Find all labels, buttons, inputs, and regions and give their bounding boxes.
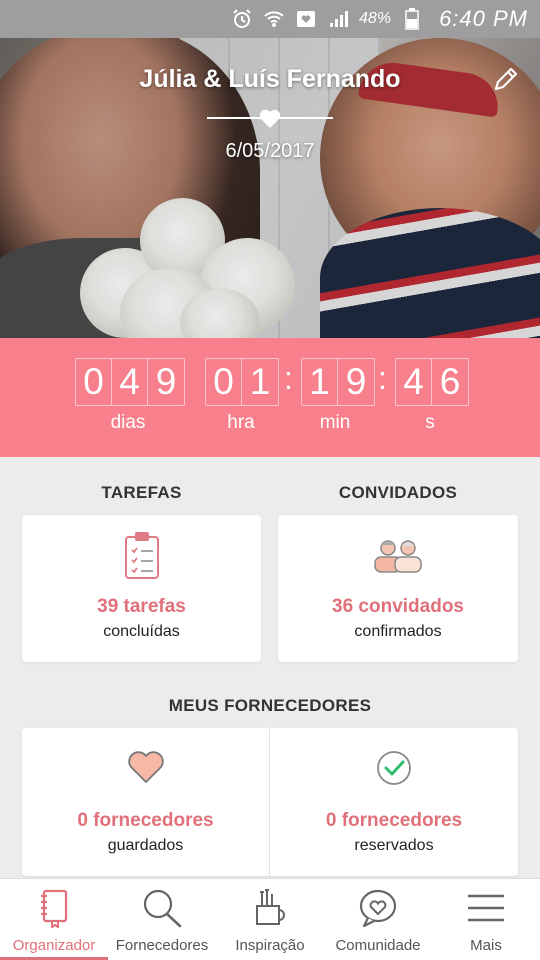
- seconds-digit: 4: [396, 359, 432, 405]
- reserved-vendors-count: 0 fornecedores: [325, 810, 463, 831]
- days-digit: 4: [112, 359, 148, 405]
- seconds-label: s: [425, 412, 435, 433]
- menu-icon: [464, 887, 508, 929]
- bottom-navigation: Organizador Fornecedores Inspiração Comu…: [0, 878, 540, 960]
- battery-percent: 48%: [359, 10, 392, 27]
- tasks-sub: concluídas: [103, 623, 180, 640]
- nav-organizador[interactable]: Organizador: [0, 879, 108, 960]
- guests-count: 36 convidados: [332, 596, 464, 617]
- countdown-panel: 0 4 9 0 1 : 1 9 : 4 6: [0, 338, 540, 457]
- edit-button[interactable]: [490, 63, 522, 95]
- time-separator: :: [284, 360, 293, 396]
- minutes-label: min: [319, 412, 351, 433]
- guests-icon: [372, 535, 424, 575]
- tasks-card[interactable]: 39 tarefas concluídas: [22, 515, 261, 662]
- chat-heart-icon: [356, 887, 400, 929]
- notification-heart-icon: [295, 8, 317, 30]
- brush-cup-icon: [248, 887, 292, 929]
- heart-icon: [126, 748, 166, 786]
- saved-vendors-sub: guardados: [107, 837, 184, 854]
- check-circle-icon: [374, 748, 414, 788]
- couple-names: Júlia & Luís Fernando: [139, 65, 401, 93]
- seconds-digit: 6: [439, 361, 461, 402]
- nav-label: Mais: [470, 937, 502, 954]
- signal-icon: [327, 8, 349, 30]
- days-digit: 0: [76, 359, 112, 405]
- nav-mais[interactable]: Mais: [432, 879, 540, 960]
- wedding-date: 6/05/2017: [225, 140, 315, 162]
- saved-vendors-count: 0 fornecedores: [77, 810, 214, 831]
- pencil-icon: [494, 67, 518, 91]
- alarm-icon: [231, 8, 253, 30]
- hours-digit: 0: [206, 359, 242, 405]
- tasks-title: TAREFAS: [101, 483, 182, 502]
- hours-counter: 0 1: [205, 358, 279, 406]
- reserved-vendors-sub: reservados: [354, 837, 434, 854]
- nav-label: Inspiração: [235, 937, 305, 954]
- minutes-digit: 1: [302, 359, 338, 405]
- status-bar: 48% 6:40 PM: [0, 0, 540, 38]
- days-counter: 0 4 9: [75, 358, 185, 406]
- minutes-digit: 9: [345, 361, 367, 402]
- hours-digit: 1: [249, 361, 271, 402]
- vendors-title: MEUS FORNECEDORES: [168, 696, 372, 715]
- clipboard-icon: [122, 529, 162, 581]
- nav-inspiracao[interactable]: Inspiração: [216, 879, 324, 960]
- nav-fornecedores[interactable]: Fornecedores: [108, 879, 216, 960]
- minutes-counter: 1 9: [301, 358, 375, 406]
- notebook-icon: [32, 887, 76, 929]
- hours-label: hra: [227, 412, 255, 433]
- battery-icon: [401, 8, 423, 30]
- days-label: dias: [110, 412, 146, 433]
- days-digit: 9: [155, 361, 177, 402]
- nav-label: Comunidade: [335, 937, 421, 954]
- tasks-count: 39 tarefas: [97, 596, 186, 617]
- reserved-vendors-card[interactable]: 0 fornecedores reservados: [270, 728, 518, 876]
- nav-comunidade[interactable]: Comunidade: [324, 879, 432, 960]
- seconds-counter: 4 6: [395, 358, 469, 406]
- saved-vendors-card[interactable]: 0 fornecedores guardados: [22, 728, 269, 876]
- guests-card[interactable]: 36 convidados confirmados: [278, 515, 518, 662]
- wifi-icon: [263, 8, 285, 30]
- guests-title: CONVIDADOS: [338, 483, 458, 502]
- nav-label: Organizador: [12, 937, 96, 954]
- heart-divider: [207, 106, 333, 130]
- guests-sub: confirmados: [354, 623, 442, 640]
- clock: 6:40 PM: [439, 6, 528, 31]
- heart-icon: [259, 109, 281, 128]
- time-separator: :: [378, 360, 387, 396]
- nav-label: Fornecedores: [115, 937, 209, 954]
- search-icon: [140, 887, 184, 929]
